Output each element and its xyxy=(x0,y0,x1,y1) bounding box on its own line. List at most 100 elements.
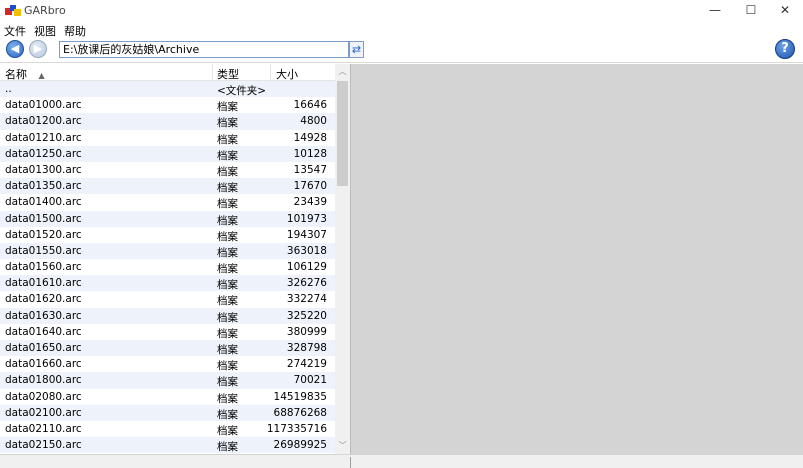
column-header-size[interactable]: 大小 xyxy=(276,66,298,82)
file-name: data01200.arc xyxy=(5,115,82,128)
file-type: 档案 xyxy=(217,392,238,405)
file-list: 名称 ▲ 类型 大小 .. <文件夹> data01000.arc 档案 16646 da… xyxy=(0,64,350,454)
file-type: 档案 xyxy=(217,263,238,276)
file-size: 194307 xyxy=(286,228,327,241)
forward-button[interactable]: ▶ xyxy=(29,40,47,58)
close-button[interactable]: ✕ xyxy=(767,0,803,22)
help-button[interactable]: ? xyxy=(775,39,795,59)
file-name: data01210.arc xyxy=(5,131,82,144)
table-row[interactable]: data01660.arc 档案 274219 xyxy=(0,356,335,373)
table-row[interactable]: data01250.arc 档案 10128 xyxy=(0,145,335,162)
table-row[interactable]: data01210.arc 档案 14928 xyxy=(0,129,335,146)
minimize-button[interactable]: — xyxy=(697,0,733,22)
file-type: 档案 xyxy=(217,133,238,146)
title-bar: GARbro — ☐ ✕ xyxy=(0,0,803,22)
path-input[interactable]: E:\放课后的灰姑娘\Archive xyxy=(59,41,349,58)
column-header-name[interactable]: 名称 ▲ xyxy=(5,66,45,82)
file-size: 325220 xyxy=(286,309,327,322)
file-size: 328798 xyxy=(286,342,327,354)
file-name: data01250.arc xyxy=(5,147,82,160)
table-row[interactable]: data02150.arc 档案 26989925 xyxy=(0,437,335,454)
table-row[interactable]: data02100.arc 档案 68876268 xyxy=(0,404,335,421)
file-name: data01650.arc xyxy=(5,342,82,354)
table-row[interactable]: data01550.arc 档案 363018 xyxy=(0,242,335,260)
table-row[interactable]: data01620.arc 档案 332274 xyxy=(0,291,335,308)
table-row[interactable]: data01650.arc 档案 328798 xyxy=(0,340,335,357)
file-size: 363018 xyxy=(286,244,327,257)
table-row[interactable]: data02110.arc 档案 117335716 xyxy=(0,420,335,438)
file-name: data01350.arc xyxy=(5,180,82,193)
file-type: 档案 xyxy=(217,408,238,421)
file-name: data01660.arc xyxy=(5,358,82,371)
table-row[interactable]: data01400.arc 档案 23439 xyxy=(0,194,335,211)
table-row[interactable]: .. <文件夹> xyxy=(0,81,335,98)
table-row[interactable]: data01800.arc 档案 70021 xyxy=(0,372,335,389)
window-title: GARbro xyxy=(24,4,66,17)
file-size: 70021 xyxy=(293,374,327,387)
file-type: 档案 xyxy=(217,327,238,340)
arrow-right-icon: ▶ xyxy=(33,42,43,55)
file-type: 档案 xyxy=(217,198,238,211)
table-row[interactable]: data01300.arc 档案 13547 xyxy=(0,161,335,179)
table-row[interactable]: data01200.arc 档案 4800 xyxy=(0,113,335,130)
refresh-button[interactable]: ⇄ xyxy=(349,41,364,58)
list-header: 名称 ▲ 类型 大小 xyxy=(0,64,335,81)
table-row[interactable]: data01560.arc 档案 106129 xyxy=(0,259,335,276)
file-size: 274219 xyxy=(286,358,327,371)
file-type: 档案 xyxy=(217,246,238,259)
file-name: data02150.arc xyxy=(5,439,82,452)
file-name: data01560.arc xyxy=(5,261,82,274)
table-row[interactable]: data01640.arc 档案 380999 xyxy=(0,323,335,340)
toolbar: ◀ ▶ E:\放课后的灰姑娘\Archive ⇄ ? xyxy=(0,37,803,63)
column-divider[interactable] xyxy=(212,64,213,80)
file-name: data01400.arc xyxy=(5,196,82,209)
file-name: data01520.arc xyxy=(5,228,82,241)
file-size: 106129 xyxy=(286,261,327,274)
file-name: data01800.arc xyxy=(5,374,82,387)
maximize-button[interactable]: ☐ xyxy=(733,0,769,22)
table-row[interactable]: data01610.arc 档案 326276 xyxy=(0,275,335,292)
file-size: 17670 xyxy=(293,180,327,193)
file-type: 档案 xyxy=(217,182,238,195)
file-size: 13547 xyxy=(293,163,327,176)
column-header-type[interactable]: 类型 xyxy=(217,66,239,82)
file-type: 档案 xyxy=(217,279,238,292)
file-rows: .. <文件夹> data01000.arc 档案 16646 data01200.arc… xyxy=(0,81,335,454)
column-divider[interactable] xyxy=(270,64,271,80)
file-size: 16646 xyxy=(293,99,327,112)
file-name: data01500.arc xyxy=(5,212,82,225)
file-type: <文件夹> xyxy=(217,85,267,97)
file-name: data01550.arc xyxy=(5,244,82,257)
file-size: 101973 xyxy=(286,212,327,225)
file-size: 10128 xyxy=(293,147,327,160)
file-size: 68876268 xyxy=(273,406,327,419)
file-size: 117335716 xyxy=(266,422,327,435)
column-name-label: 名称 xyxy=(5,68,27,81)
vertical-scrollbar[interactable]: ︿ ﹀ xyxy=(335,64,350,454)
file-type: 档案 xyxy=(217,230,238,243)
menu-bar: 文件 视图 帮助 xyxy=(0,22,803,38)
file-type: 档案 xyxy=(217,165,238,178)
file-size: 26989925 xyxy=(273,439,327,452)
file-type: 档案 xyxy=(217,344,238,356)
table-row[interactable]: data01000.arc 档案 16646 xyxy=(0,97,335,114)
scroll-up-icon[interactable]: ︿ xyxy=(335,64,350,80)
scroll-down-icon[interactable]: ﹀ xyxy=(335,438,350,454)
table-row[interactable]: data01500.arc 档案 101973 xyxy=(0,210,335,227)
file-type: 档案 xyxy=(217,214,238,227)
table-row[interactable]: data01350.arc 档案 17670 xyxy=(0,178,335,195)
file-type: 档案 xyxy=(217,311,238,324)
table-row[interactable]: data01630.arc 档案 325220 xyxy=(0,307,335,324)
file-size: 14519835 xyxy=(273,390,327,403)
table-row[interactable]: data01520.arc 档案 194307 xyxy=(0,226,335,243)
refresh-icon: ⇄ xyxy=(351,43,362,56)
file-type: 档案 xyxy=(217,376,238,389)
back-button[interactable]: ◀ xyxy=(6,40,24,58)
file-size: 4800 xyxy=(300,115,327,128)
table-row[interactable]: data02080.arc 档案 14519835 xyxy=(0,388,335,405)
file-size: 23439 xyxy=(293,196,327,209)
file-name: data01300.arc xyxy=(5,163,82,176)
scroll-thumb[interactable] xyxy=(337,81,348,186)
arrow-left-icon: ◀ xyxy=(10,42,20,55)
status-divider xyxy=(350,457,351,468)
